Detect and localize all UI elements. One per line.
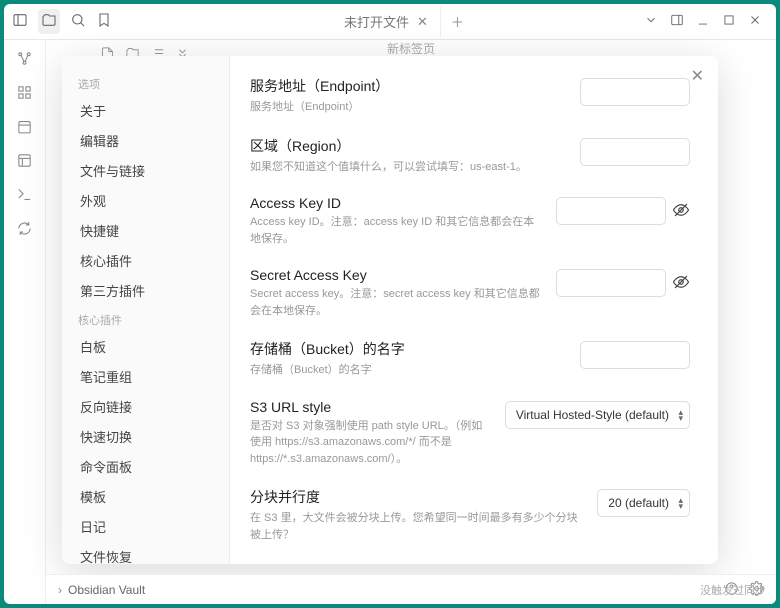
minimize-icon[interactable]: [696, 13, 710, 30]
sync-status: 没触发过同步: [700, 582, 766, 598]
setting-row-mtime: 使用准确的文件修改时间读取（已上传的）准确的文件修改时间，有助于同步算法更加准确…: [250, 553, 690, 564]
sidebar-item[interactable]: 编辑器: [70, 126, 221, 155]
setting-title: 使用准确的文件修改时间: [250, 563, 620, 564]
chevron-updown-icon: ▴▾: [678, 497, 683, 509]
sidebar-item[interactable]: 笔记重组: [70, 362, 221, 391]
close-icon[interactable]: ✕: [417, 14, 428, 30]
sidebar-item[interactable]: 核心插件: [70, 246, 221, 275]
setting-row-endpoint: 服务地址（Endpoint） 服务地址（Endpoint）: [250, 66, 690, 126]
sidebar-item[interactable]: 外观: [70, 186, 221, 215]
setting-description: 在 S3 里，大文件会被分块上传。您希望同一时间最多有多少个分块被上传？: [250, 510, 583, 543]
sidebar-item[interactable]: 第三方插件: [70, 276, 221, 305]
graph-icon[interactable]: [16, 50, 33, 70]
akid-input[interactable]: [556, 197, 666, 225]
search-icon[interactable]: [70, 12, 86, 31]
statusbar: › Obsidian Vault: [46, 574, 776, 604]
sidebar-right-icon[interactable]: [670, 13, 684, 30]
setting-description: 是否对 S3 对象强制使用 path style URL。（例如使用 https…: [250, 418, 491, 468]
sync-icon[interactable]: [16, 220, 33, 240]
chevron-updown-icon: ▴▾: [678, 409, 683, 421]
sidebar-item[interactable]: 快捷键: [70, 216, 221, 245]
setting-title: 分块并行度: [250, 487, 583, 507]
setting-description: 如果您不知道这个值填什么，可以尝试填写：us-east-1。: [250, 159, 566, 176]
sidebar-group-label: 核心插件: [70, 306, 221, 332]
command-icon[interactable]: [16, 186, 33, 206]
setting-title: Secret Access Key: [250, 267, 542, 283]
sidebar-item[interactable]: 关于: [70, 96, 221, 125]
chevron-down-icon[interactable]: [644, 13, 658, 30]
setting-row-parts: 分块并行度在 S3 里，大文件会被分块上传。您希望同一时间最多有多少个分块被上传…: [250, 477, 690, 553]
setting-row-sak: Secret Access Key Secret access key。注意：se…: [250, 257, 690, 329]
setting-title: S3 URL style: [250, 399, 491, 415]
setting-description: Access key ID。注意：access key ID 和其它信息都会在本…: [250, 214, 542, 247]
editor-tab[interactable]: 未打开文件 ✕: [332, 6, 441, 37]
files-icon[interactable]: [38, 9, 60, 34]
setting-description: 服务地址（Endpoint）: [250, 99, 566, 116]
sidebar-item[interactable]: 日记: [70, 512, 221, 541]
tab-title: 未打开文件: [344, 12, 409, 31]
chevron-right-icon[interactable]: ›: [58, 583, 62, 597]
sidebar-item[interactable]: 模板: [70, 482, 221, 511]
titlebar: 未打开文件 ✕ ＋: [4, 4, 776, 40]
new-tab-button[interactable]: ＋: [441, 12, 474, 31]
sidebar-item[interactable]: 文件与链接: [70, 156, 221, 185]
parts-dropdown[interactable]: 20 (default)▴▾: [597, 489, 690, 517]
empty-tab-label: 新标签页: [387, 40, 435, 57]
sidebar-item[interactable]: 命令面板: [70, 452, 221, 481]
region-input[interactable]: [580, 138, 690, 166]
vault-name[interactable]: Obsidian Vault: [68, 583, 145, 597]
settings-modal: 选项关于编辑器文件与链接外观快捷键核心插件第三方插件核心插件白板笔记重组反向链接…: [62, 56, 718, 564]
urlstyle-dropdown[interactable]: Virtual Hosted-Style (default)▴▾: [505, 401, 690, 429]
sidebar-item[interactable]: 快速切换: [70, 422, 221, 451]
sidebar-item[interactable]: 白板: [70, 332, 221, 361]
settings-panel: 服务地址（Endpoint） 服务地址（Endpoint） 区域（Region） 如果…: [230, 56, 718, 564]
sidebar-item[interactable]: 反向链接: [70, 392, 221, 421]
eye-off-icon[interactable]: [672, 273, 690, 294]
setting-title: Access Key ID: [250, 195, 542, 211]
canvas-icon[interactable]: [16, 84, 33, 104]
maximize-icon[interactable]: [722, 13, 736, 30]
daily-note-icon[interactable]: [16, 118, 33, 138]
sidebar-group-label: 选项: [70, 70, 221, 96]
bucket-input[interactable]: [580, 341, 690, 369]
left-rail: [4, 40, 46, 604]
sidebar-toggle-icon[interactable]: [12, 12, 28, 31]
settings-sidebar: 选项关于编辑器文件与链接外观快捷键核心插件第三方插件核心插件白板笔记重组反向链接…: [62, 56, 230, 564]
setting-row-bucket: 存储桶（Bucket）的名字存储桶（Bucket）的名字: [250, 329, 690, 389]
eye-off-icon[interactable]: [672, 201, 690, 222]
close-icon[interactable]: ✕: [691, 66, 704, 86]
setting-description: Secret access key。注意：secret access key 和…: [250, 286, 542, 319]
bookmark-icon[interactable]: [96, 12, 112, 31]
window-close-icon[interactable]: [748, 13, 762, 30]
endpoint-input[interactable]: [580, 78, 690, 106]
sak-input[interactable]: [556, 269, 666, 297]
setting-row-akid: Access Key ID Access key ID。注意：access key…: [250, 185, 690, 257]
sidebar-item[interactable]: 文件恢复: [70, 542, 221, 564]
setting-row-urlstyle: S3 URL style 是否对 S3 对象强制使用 path style URL…: [250, 389, 690, 478]
setting-row-region: 区域（Region） 如果您不知道这个值填什么，可以尝试填写：us-east-1。: [250, 126, 690, 186]
setting-title: 存储桶（Bucket）的名字: [250, 339, 566, 359]
setting-title: 服务地址（Endpoint）: [250, 76, 566, 96]
setting-description: 存储桶（Bucket）的名字: [250, 362, 566, 379]
template-icon[interactable]: [16, 152, 33, 172]
setting-title: 区域（Region）: [250, 136, 566, 156]
